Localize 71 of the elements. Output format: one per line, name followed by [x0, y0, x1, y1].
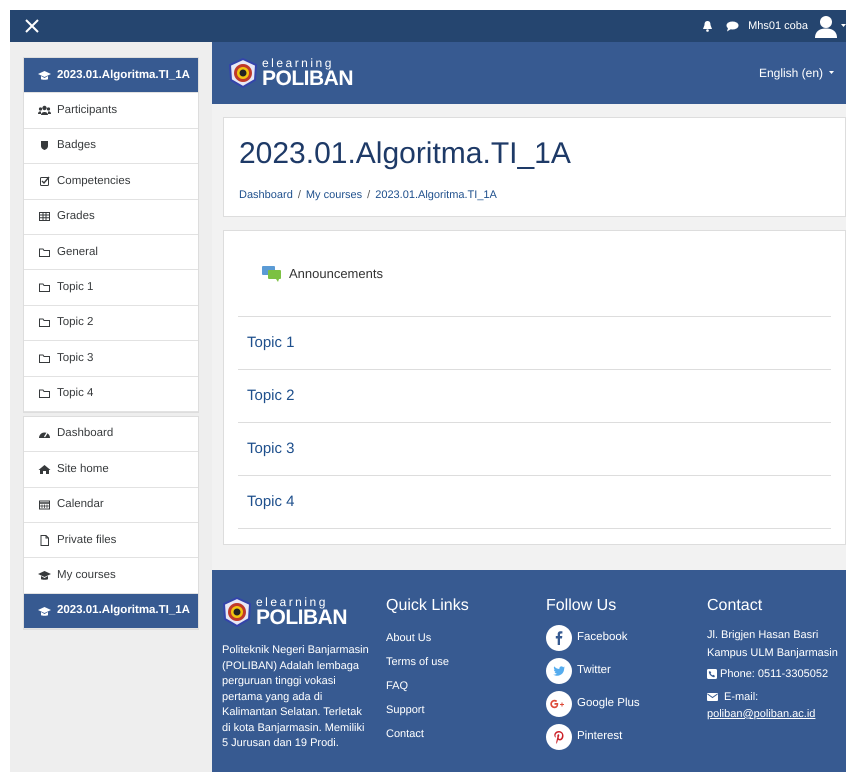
plus-icon — [546, 691, 572, 717]
footer-heading: Contact — [707, 596, 764, 616]
footer-link[interactable]: About Us — [386, 630, 432, 646]
breadcrumb-separator: / — [367, 188, 370, 203]
breadcrumb-link[interactable]: 2023.01.Algoritma.TI_1A — [375, 187, 497, 204]
social-link[interactable]: Twitter — [577, 662, 611, 680]
avatar-icon[interactable] — [814, 14, 838, 38]
topic-link[interactable]: Topic 2 — [247, 384, 295, 408]
facebook-icon — [546, 625, 572, 651]
logo-wordmark: POLIBAN — [256, 608, 347, 628]
footer-heading: Follow Us — [546, 596, 618, 616]
folder-icon — [38, 246, 51, 258]
graduation-cap-icon — [38, 606, 51, 617]
sidebar-item[interactable]: 2023.01.Algoritma.TI_1A — [24, 58, 198, 94]
breadcrumb-link[interactable]: Dashboard — [239, 187, 293, 204]
phone-icon — [707, 669, 717, 680]
folder-icon — [38, 317, 51, 328]
footer-link[interactable]: Terms of use — [386, 654, 449, 670]
social-link[interactable]: Facebook — [577, 629, 628, 647]
topic-link[interactable]: Topic 3 — [247, 438, 295, 460]
logo-wordmark: POLIBAN — [262, 69, 353, 89]
logo-tagline: elearning — [256, 596, 329, 608]
envelope-icon — [707, 692, 718, 701]
shield-icon — [38, 140, 51, 152]
address-text: Kampus ULM Banjarmasin — [707, 646, 838, 661]
email-link[interactable]: poliban@poliban.ac.id — [707, 706, 816, 722]
caret-icon[interactable] — [829, 71, 834, 75]
bird-icon — [546, 658, 572, 684]
table-icon — [38, 211, 51, 222]
graduation-cap-icon — [38, 570, 51, 582]
logo-emblem-icon — [228, 58, 258, 88]
footer-link[interactable]: Contact — [386, 726, 424, 742]
footer-link[interactable]: FAQ — [386, 678, 408, 694]
calendar-icon — [38, 499, 51, 510]
language-menu[interactable]: English (en) — [758, 64, 823, 82]
course-title: 2023.01.Algoritma.TI_1A — [239, 136, 572, 172]
social-link[interactable]: Google Plus — [577, 695, 640, 713]
sidebar-item[interactable]: Calendar — [24, 488, 198, 524]
forum-icon — [262, 265, 282, 282]
logo-emblem-icon — [222, 597, 252, 627]
topic-link[interactable]: Topic 4 — [247, 490, 295, 514]
sidebar-item[interactable]: Topic 2 — [24, 306, 198, 342]
footer-heading: Quick Links — [386, 596, 470, 616]
email-label: E-mail: — [724, 690, 758, 704]
breadcrumb-separator: / — [298, 188, 301, 203]
users-icon — [38, 105, 51, 116]
sidebar-item[interactable]: 2023.01.Algoritma.TI_1A — [24, 594, 198, 630]
graduation-cap-icon — [38, 70, 51, 81]
home-icon — [38, 464, 51, 475]
folder-icon — [38, 282, 51, 294]
phone-text: Phone: 0511-3305052 — [720, 667, 828, 682]
folder-icon — [38, 388, 51, 400]
about-text: Politeknik Negeri Banjarmasin (POLIBAN) Adalah lembaga perguruan tinggi vokasi pertama yang ada di Kalimantan Selatan. Terletak di kota Banjarmasin. Memiliki 5 Jurusan dan 19 Prodi. — [222, 643, 370, 751]
close-icon[interactable] — [24, 18, 40, 34]
pin-icon — [546, 724, 572, 750]
sidebar-item[interactable]: Grades — [24, 200, 198, 235]
address-text: Jl. Brigjen Hasan Basri — [707, 628, 818, 643]
folder-icon — [38, 352, 51, 364]
chat-icon[interactable] — [726, 20, 740, 32]
caret-icon[interactable] — [841, 24, 846, 28]
checkbox-icon — [38, 176, 51, 187]
logo-tagline: elearning — [262, 57, 335, 69]
social-link[interactable]: Pinterest — [577, 728, 622, 746]
file-icon — [38, 534, 51, 546]
topic-link[interactable]: Topic 1 — [247, 332, 295, 354]
user-name[interactable]: Mhs01 coba — [748, 18, 808, 34]
sidebar-item[interactable]: Topic 4 — [24, 376, 198, 412]
footer-link[interactable]: Support — [386, 702, 425, 718]
bell-icon[interactable] — [702, 20, 714, 32]
activity-link[interactable]: Announcements — [289, 264, 383, 284]
breadcrumb-link[interactable]: My courses — [306, 187, 362, 204]
